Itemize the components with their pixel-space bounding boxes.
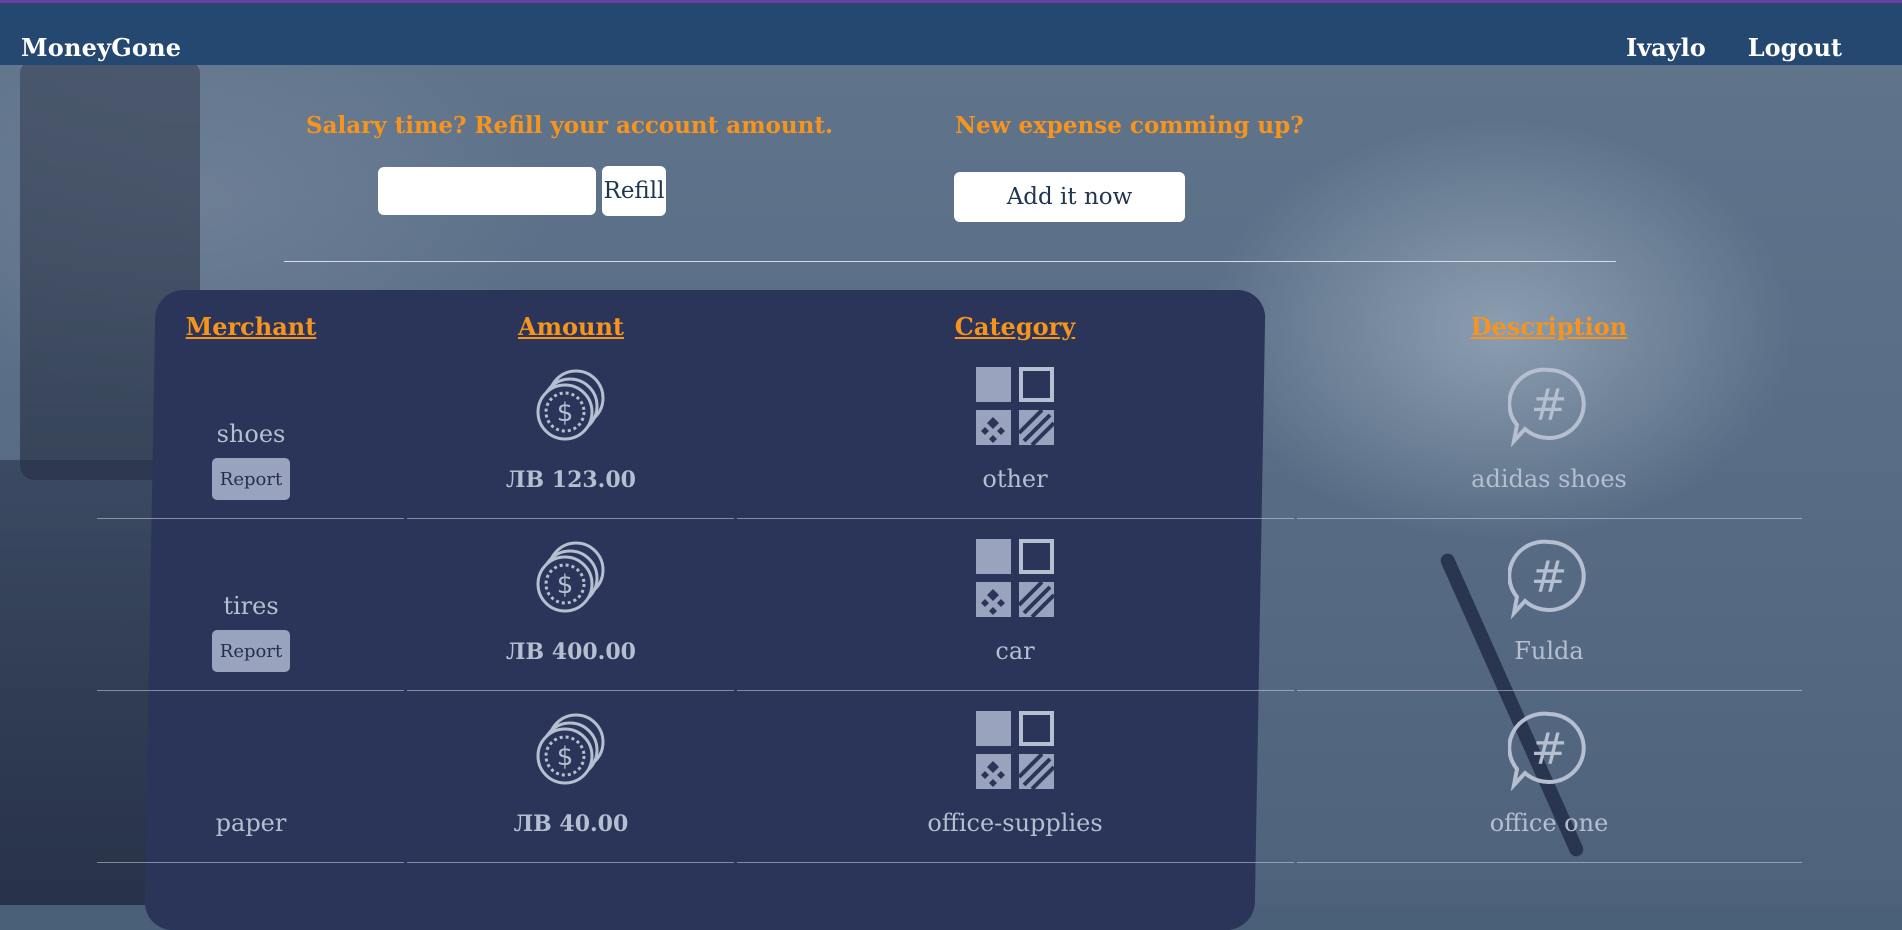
amount-cell: ЛВ 123.00 [506, 467, 636, 493]
coins-dollar-icon: $ [530, 709, 612, 791]
svg-text:$: $ [557, 398, 574, 428]
expense-prompt: New expense comming up? [955, 112, 1304, 139]
description-cell: adidas shoes [1471, 465, 1627, 493]
svg-text:#: # [1531, 380, 1568, 431]
header-category[interactable]: Category [955, 312, 1075, 341]
svg-text:#: # [1531, 724, 1568, 775]
header-amount[interactable]: Amount [518, 312, 624, 341]
row-separator [97, 862, 404, 863]
report-button[interactable]: Report [212, 458, 290, 500]
user-name-link[interactable]: Ivaylo [1626, 33, 1706, 62]
category-cell: office-supplies [927, 809, 1103, 837]
coins-dollar-icon: $ [530, 537, 612, 619]
svg-text:#: # [1531, 552, 1568, 603]
row-separator [737, 862, 1294, 863]
description-cell: Fulda [1514, 637, 1584, 665]
brand-logo[interactable]: MoneyGone [21, 33, 181, 62]
table-row: paper $ ЛВ 40.00 office-supplies # office one [97, 691, 1802, 863]
header-merchant[interactable]: Merchant [186, 312, 317, 341]
hashtag-chat-icon: # [1508, 709, 1590, 791]
category-grid-icon [974, 537, 1056, 619]
header-description[interactable]: Description [1471, 312, 1627, 341]
row-separator [1297, 862, 1802, 863]
hashtag-chat-icon: # [1508, 365, 1590, 447]
nav-right: Ivaylo Logout [1626, 33, 1842, 62]
logout-link[interactable]: Logout [1748, 33, 1842, 62]
merchant-cell: tires [223, 592, 279, 620]
category-cell: car [995, 637, 1035, 665]
row-separator [407, 862, 734, 863]
category-grid-icon [974, 709, 1056, 791]
add-expense-button[interactable]: Add it now [954, 172, 1185, 222]
navbar: MoneyGone Ivaylo Logout [0, 3, 1902, 65]
report-button[interactable]: Report [212, 630, 290, 672]
refill-button[interactable]: Refill [602, 166, 666, 216]
merchant-cell: shoes [216, 420, 286, 448]
divider [284, 261, 1616, 262]
merchant-cell: paper [215, 809, 287, 837]
category-grid-icon [974, 365, 1056, 447]
refill-amount-input[interactable] [378, 167, 596, 215]
description-cell: office one [1489, 809, 1609, 837]
coins-dollar-icon: $ [530, 365, 612, 447]
table-row: tires Report $ ЛВ 400.00 car # Fulda [97, 519, 1802, 691]
main-content: Salary time? Refill your account amount.… [0, 0, 1902, 905]
category-cell: other [982, 465, 1048, 493]
svg-text:$: $ [557, 570, 574, 600]
table-row: shoes Report $ ЛВ 123.00 other # adidas shoes [97, 347, 1802, 519]
hashtag-chat-icon: # [1508, 537, 1590, 619]
amount-cell: ЛВ 40.00 [513, 811, 629, 837]
amount-cell: ЛВ 400.00 [506, 639, 636, 665]
svg-text:$: $ [557, 742, 574, 772]
refill-prompt: Salary time? Refill your account amount. [306, 112, 833, 139]
